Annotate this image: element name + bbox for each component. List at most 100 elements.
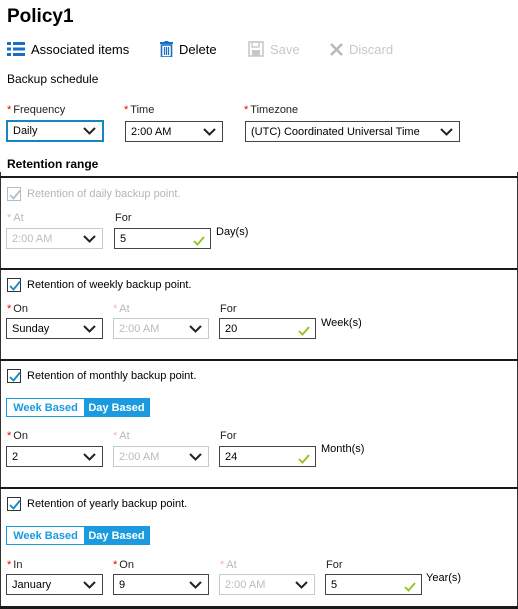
- monthly-at-label-text: At: [119, 430, 130, 442]
- checkmark-icon: [9, 189, 21, 200]
- delete-button[interactable]: Delete: [160, 38, 217, 60]
- weekly-on-label-text: On: [13, 303, 28, 315]
- daily-retention-label: Retention of daily backup point.: [27, 188, 181, 200]
- weekly-at-select[interactable]: 2:00 AM: [113, 318, 209, 339]
- weekly-on-label: * On: [7, 303, 28, 315]
- yearly-at-select[interactable]: 2:00 AM: [219, 574, 315, 595]
- checkmark-icon: [9, 371, 21, 382]
- monthly-day-based-option[interactable]: Day Based: [84, 399, 149, 416]
- yearly-on-label: * On: [113, 559, 134, 571]
- command-bar: Associated items Delete Save Discard: [0, 36, 518, 62]
- weekly-unit-label: Week(s): [321, 317, 362, 329]
- yearly-day-based-option[interactable]: Day Based: [84, 527, 149, 544]
- daily-retention-checkbox[interactable]: [7, 187, 21, 201]
- chevron-down-icon: [83, 452, 96, 461]
- save-label: Save: [270, 41, 300, 57]
- yearly-at-label: * At: [220, 559, 237, 571]
- monthly-for-value: 24: [225, 450, 238, 463]
- yearly-week-based-option[interactable]: Week Based: [7, 527, 84, 544]
- weekly-on-select[interactable]: Sunday: [6, 318, 103, 339]
- chevron-down-icon: [203, 127, 216, 136]
- save-icon: [248, 41, 264, 57]
- frequency-label: * Frequency: [7, 104, 66, 116]
- timezone-select[interactable]: (UTC) Coordinated Universal Time: [245, 121, 460, 142]
- yearly-on-select[interactable]: 9: [113, 574, 209, 595]
- frequency-select[interactable]: Daily: [6, 120, 104, 142]
- daily-unit-label: Day(s): [216, 226, 249, 238]
- weekly-at-label: * At: [113, 303, 130, 315]
- yearly-for-input[interactable]: 5: [325, 574, 422, 595]
- weekly-for-input[interactable]: 20: [219, 318, 316, 339]
- daily-for-value: 5: [120, 232, 127, 245]
- checkmark-icon: [9, 499, 21, 510]
- monthly-basis-toggle: Week Based Day Based: [6, 398, 150, 417]
- chevron-down-icon: [83, 324, 96, 333]
- monthly-retention-label: Retention of monthly backup point.: [27, 370, 197, 382]
- yearly-retention-checkbox[interactable]: [7, 497, 21, 511]
- frequency-value: Daily: [13, 125, 38, 137]
- monthly-for-input[interactable]: 24: [219, 446, 316, 467]
- chevron-down-icon: [189, 452, 202, 461]
- weekly-at-value: 2:00 AM: [119, 322, 160, 335]
- time-label-text: Time: [130, 104, 155, 116]
- monthly-unit-label: Month(s): [321, 443, 365, 455]
- weekly-for-value: 20: [225, 322, 238, 335]
- monthly-at-label: * At: [113, 430, 130, 442]
- yearly-unit-label: Year(s): [426, 572, 462, 584]
- associated-items-button[interactable]: Associated items: [7, 38, 129, 60]
- time-select[interactable]: 2:00 AM: [125, 121, 223, 142]
- section-divider: [0, 268, 518, 270]
- chevron-down-icon: [83, 127, 96, 135]
- valid-check-icon: [404, 582, 416, 592]
- page-title: Policy1: [7, 6, 74, 27]
- weekly-at-label-text: At: [119, 303, 130, 315]
- checkmark-icon: [9, 280, 21, 291]
- daily-at-label-text: At: [13, 212, 24, 224]
- yearly-on-label-text: On: [119, 559, 134, 571]
- yearly-at-label-text: At: [226, 559, 237, 571]
- time-label: * Time: [124, 104, 155, 116]
- backup-schedule-heading: Backup schedule: [7, 72, 99, 86]
- yearly-at-value: 2:00 AM: [225, 578, 266, 591]
- chevron-down-icon: [83, 234, 96, 243]
- yearly-retention-label: Retention of yearly backup point.: [27, 498, 188, 510]
- time-value: 2:00 AM: [131, 125, 172, 138]
- monthly-on-label: * On: [7, 430, 28, 442]
- daily-for-label: For: [115, 212, 132, 224]
- daily-at-value: 2:00 AM: [12, 232, 53, 245]
- timezone-label-text: Timezone: [250, 104, 299, 116]
- chevron-down-icon: [295, 580, 308, 589]
- associated-items-label: Associated items: [31, 41, 130, 57]
- monthly-on-value: 2: [12, 450, 19, 463]
- yearly-in-label-text: In: [13, 559, 23, 571]
- yearly-for-value: 5: [331, 578, 338, 591]
- section-divider: [0, 176, 518, 178]
- save-button[interactable]: Save: [248, 38, 300, 60]
- panel-left-border: [0, 172, 1, 609]
- weekly-retention-label: Retention of weekly backup point.: [27, 279, 192, 291]
- yearly-basis-toggle: Week Based Day Based: [6, 526, 150, 545]
- weekly-retention-checkbox[interactable]: [7, 278, 21, 292]
- valid-check-icon: [193, 236, 205, 246]
- valid-check-icon: [298, 454, 310, 464]
- monthly-for-label: For: [220, 430, 237, 442]
- yearly-in-select[interactable]: January: [6, 574, 103, 595]
- weekly-on-value: Sunday: [12, 322, 50, 335]
- monthly-at-select[interactable]: 2:00 AM: [113, 446, 209, 467]
- timezone-label: * Timezone: [244, 104, 299, 116]
- yearly-in-value: January: [12, 578, 52, 591]
- chevron-down-icon: [83, 580, 96, 589]
- daily-at-label: * At: [7, 212, 24, 224]
- frequency-label-text: Frequency: [13, 104, 66, 116]
- monthly-at-value: 2:00 AM: [119, 450, 160, 463]
- daily-at-select[interactable]: 2:00 AM: [6, 228, 103, 249]
- monthly-on-select[interactable]: 2: [6, 446, 103, 467]
- discard-button[interactable]: Discard: [330, 38, 393, 60]
- monthly-retention-checkbox[interactable]: [7, 369, 21, 383]
- monthly-week-based-option[interactable]: Week Based: [7, 399, 84, 416]
- list-icon: [7, 42, 25, 56]
- yearly-on-value: 9: [119, 578, 126, 591]
- timezone-value: (UTC) Coordinated Universal Time: [251, 125, 420, 138]
- retention-range-heading: Retention range: [7, 157, 99, 171]
- daily-for-input[interactable]: 5: [114, 228, 211, 249]
